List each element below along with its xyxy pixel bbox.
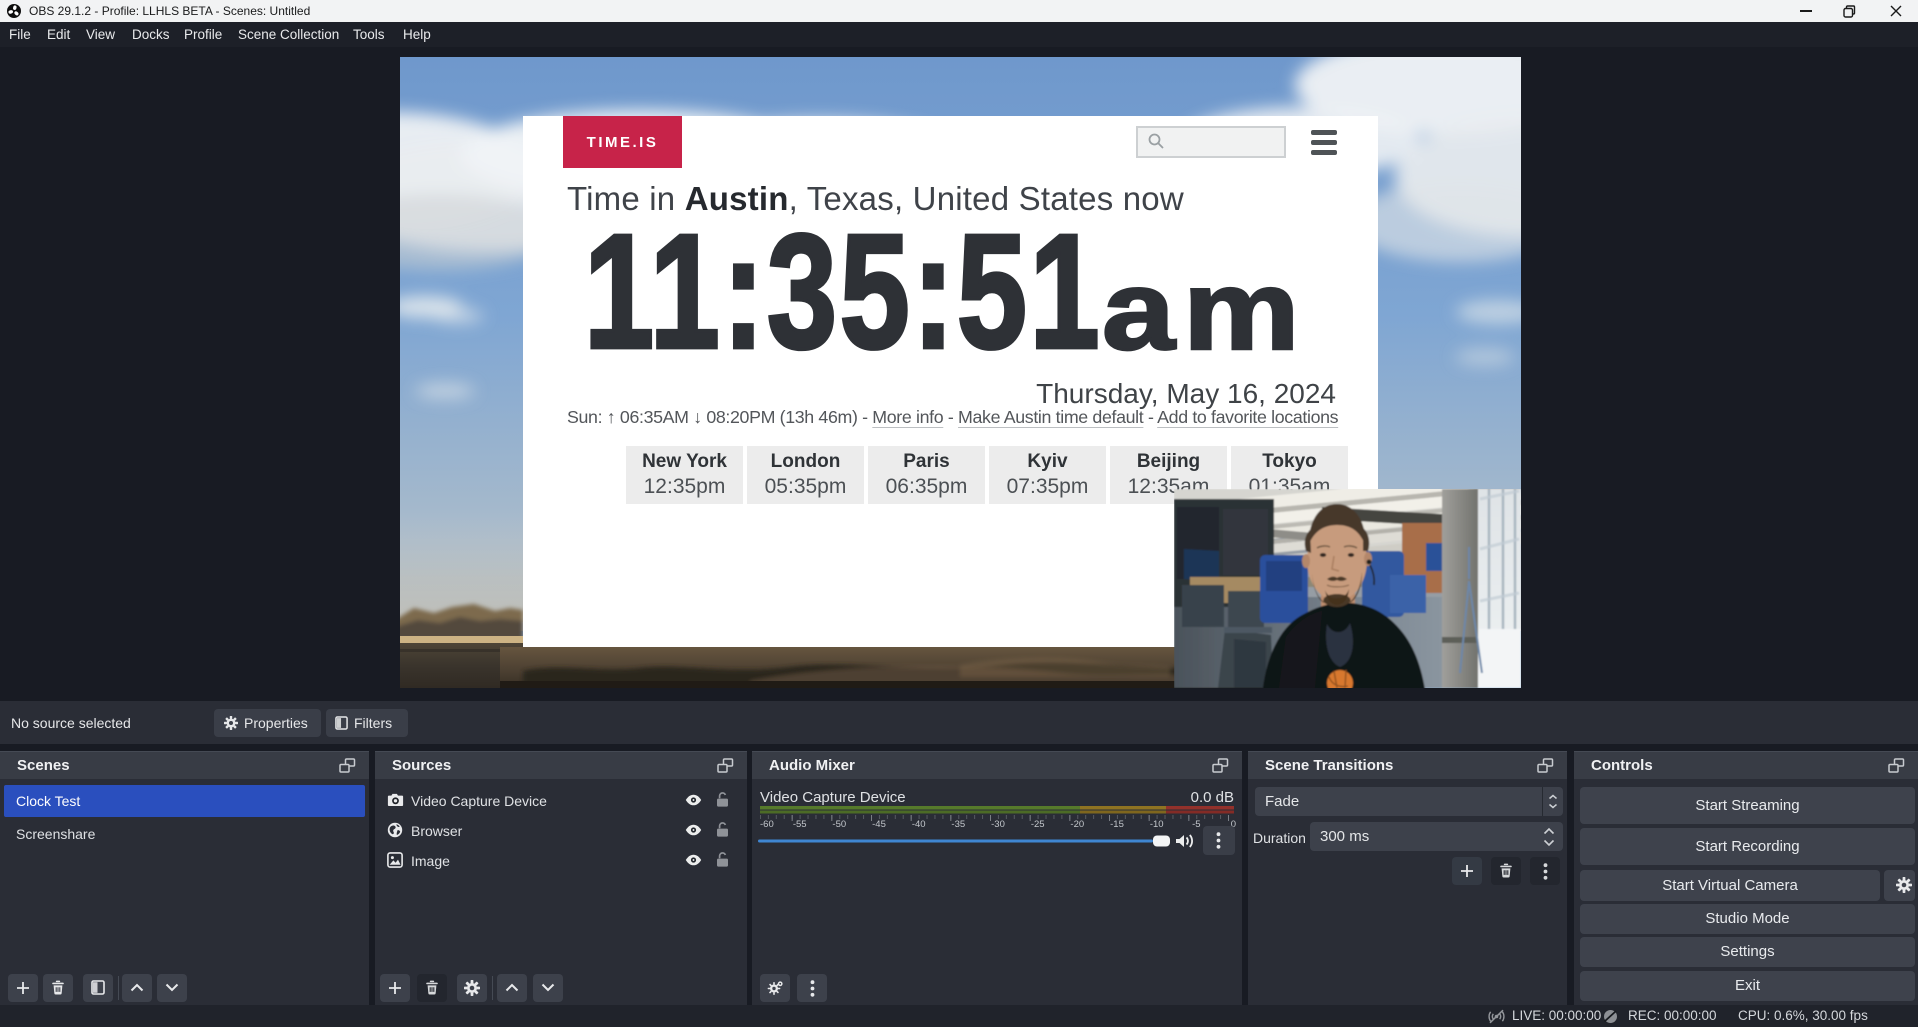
svg-text:-35: -35: [951, 819, 965, 830]
svg-text:-15: -15: [1110, 819, 1124, 830]
svg-text:-5: -5: [1192, 819, 1200, 830]
svg-text:-55: -55: [793, 819, 807, 830]
svg-text:-50: -50: [832, 819, 846, 830]
svg-text:-60: -60: [760, 819, 774, 830]
svg-text:-20: -20: [1070, 819, 1084, 830]
svg-text:-25: -25: [1031, 819, 1045, 830]
svg-text:-45: -45: [872, 819, 886, 830]
svg-text:-10: -10: [1150, 819, 1164, 830]
svg-text:-40: -40: [912, 819, 926, 830]
svg-text:-30: -30: [991, 819, 1005, 830]
